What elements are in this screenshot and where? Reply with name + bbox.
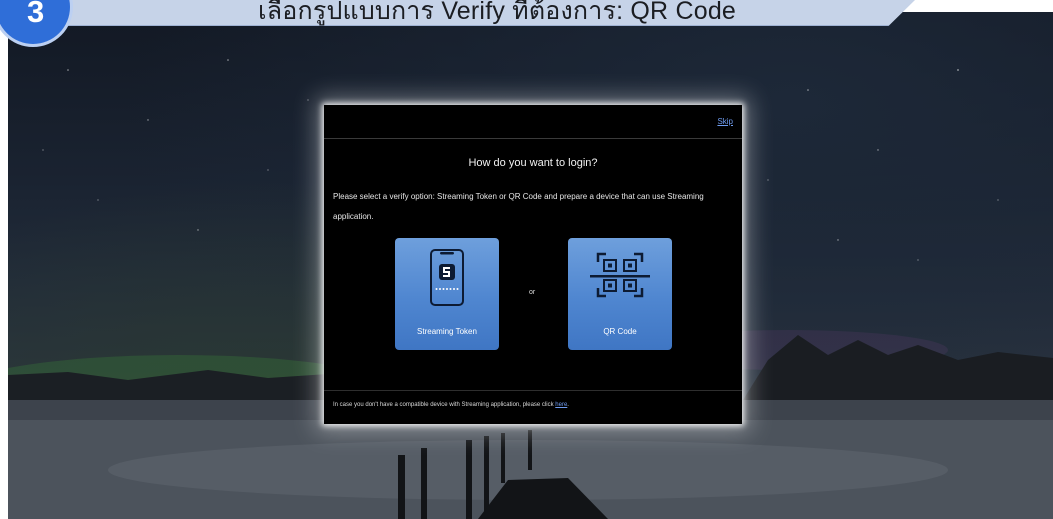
qr-code-option[interactable]: QR Code xyxy=(568,238,672,350)
footer-end: . xyxy=(567,402,569,408)
dialog-header: Skip xyxy=(324,105,742,139)
step-instruction-banner: เลือกรูปแบบการ Verify ที่ต้องการ: QR Cod… xyxy=(30,0,915,26)
login-verify-dialog: Skip How do you want to login? Please se… xyxy=(324,105,742,424)
or-separator: or xyxy=(529,289,536,296)
skip-link[interactable]: Skip xyxy=(717,117,733,126)
dialog-description: Please select a verify option: Streaming… xyxy=(333,192,704,221)
step-number: 3 xyxy=(27,0,45,29)
qr-code-label: QR Code xyxy=(603,327,637,336)
streaming-token-option[interactable]: Streaming Token xyxy=(395,238,499,350)
footer-message: In case you don't have a compatible devi… xyxy=(333,402,556,408)
streaming-token-label: Streaming Token xyxy=(417,327,477,336)
dialog-title: How do you want to login? xyxy=(468,157,598,169)
dialog-footer: In case you don't have a compatible devi… xyxy=(324,390,742,425)
top-right-blank xyxy=(903,0,1053,12)
here-link[interactable]: here xyxy=(555,402,567,408)
footer-help-text: In case you don't have a compatible devi… xyxy=(333,402,569,408)
screenshot-stage: เลือกรูปแบบการ Verify ที่ต้องการ: QR Cod… xyxy=(0,0,1053,519)
